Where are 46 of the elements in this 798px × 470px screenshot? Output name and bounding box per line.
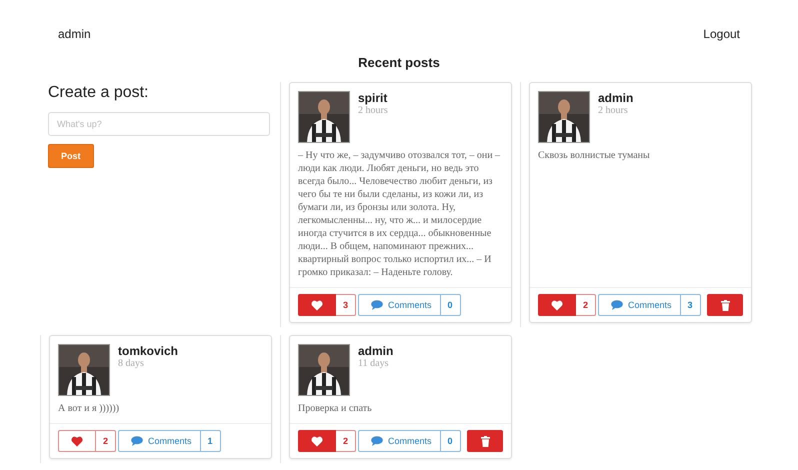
post-text: Проверка и спать	[297, 402, 373, 416]
author-name: admin	[358, 344, 394, 358]
post-text: А вот и я ))))))	[57, 402, 120, 416]
username: admin	[58, 27, 91, 43]
like-button[interactable]	[298, 430, 336, 452]
post-time: 8 days	[118, 358, 145, 369]
like-button[interactable]	[298, 294, 336, 316]
comment-count: 1	[200, 430, 221, 452]
comments-button[interactable]: Comments	[598, 294, 681, 316]
logout-link[interactable]: Logout	[703, 27, 740, 49]
like-count: 2	[576, 294, 596, 316]
speech-bubble-icon	[611, 300, 623, 310]
comments-button[interactable]: Comments	[358, 430, 441, 452]
like-count: 2	[96, 430, 116, 452]
like-button[interactable]	[538, 294, 576, 316]
trash-icon	[720, 300, 730, 310]
like-count: 2	[336, 430, 356, 452]
post-text: – Ну что же, – задумчиво отозвался тот, – они – люди как люди. Любят деньги, но ведь это всегда было... Человечество любит деньги, из чего бы те ни были сделаны, из кожи ли, из бумаги ли, из бронзы или золота. Ну, легкомысленны... ну, что ж... и милосердие иногда стучится в их сердца... обыкновенные люди... В общем, напоминают прежних... квартирный вопрос только испортил их... – И громко приказал: – Наденьте голову.	[297, 149, 502, 280]
like-button[interactable]	[58, 430, 96, 452]
like-count: 3	[336, 294, 356, 316]
trash-icon	[480, 436, 490, 446]
composer-title: Create a post:	[48, 84, 150, 102]
author-name: tomkovich	[118, 344, 178, 358]
author-name: spirit	[358, 91, 388, 105]
comment-count: 3	[680, 294, 701, 316]
heart-icon	[311, 436, 323, 446]
post-button[interactable]: Post	[48, 144, 94, 168]
author-name: admin	[598, 91, 634, 105]
delete-button[interactable]	[467, 430, 503, 452]
page-heading: Recent posts	[357, 55, 441, 70]
post-input[interactable]: What's up?	[48, 112, 270, 136]
heart-icon	[551, 300, 563, 310]
post-time: 11 days	[358, 358, 390, 369]
comments-button[interactable]: Comments	[118, 430, 201, 452]
comment-count: 0	[440, 294, 461, 316]
post-text: Сквозь волнистые туманы	[537, 149, 651, 163]
heart-icon	[71, 436, 83, 446]
speech-bubble-icon	[371, 436, 383, 446]
delete-button[interactable]	[707, 294, 743, 316]
heart-icon	[311, 300, 323, 310]
comment-count: 0	[440, 430, 461, 452]
speech-bubble-icon	[371, 300, 383, 310]
comments-button[interactable]: Comments	[358, 294, 441, 316]
post-time: 2 hours	[598, 105, 629, 116]
speech-bubble-icon	[131, 436, 143, 446]
post-time: 2 hours	[358, 105, 388, 116]
